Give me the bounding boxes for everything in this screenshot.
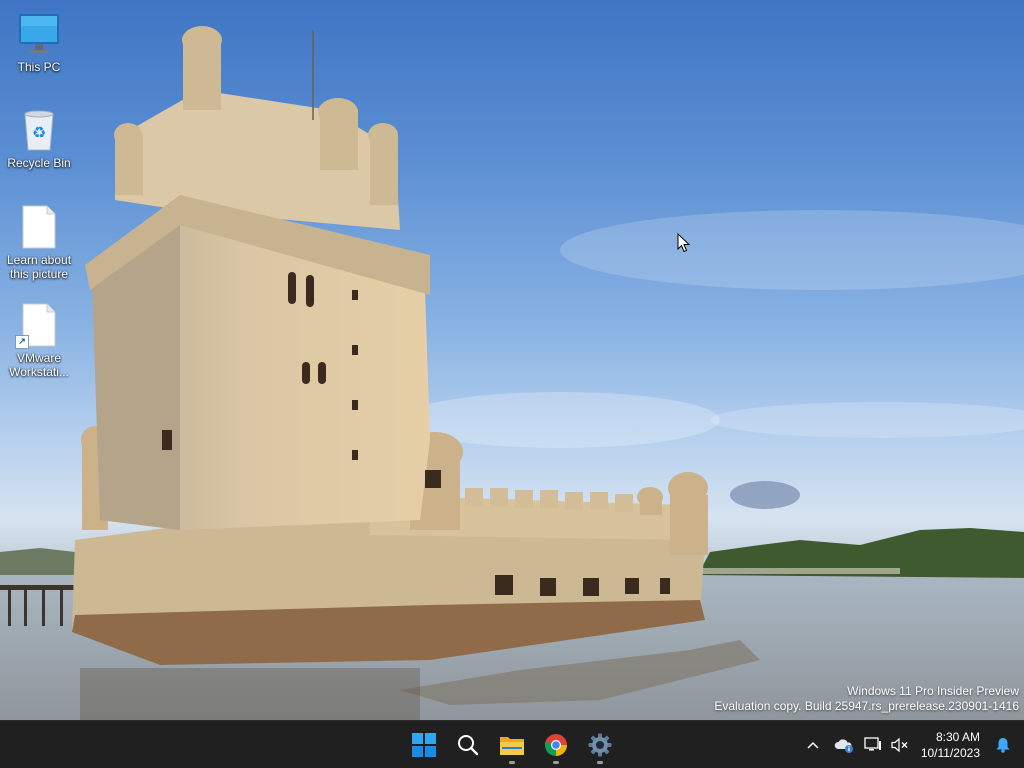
settings-button[interactable]: [580, 725, 620, 765]
desktop[interactable]: This PC ♻ Recycle Bin Learn about this p…: [0, 0, 1024, 720]
chrome-icon: [544, 734, 567, 756]
volume-tray-button[interactable]: [887, 725, 913, 765]
desktop-icon-this-pc[interactable]: This PC: [0, 12, 78, 74]
chevron-up-icon: [807, 741, 819, 749]
desktop-icon-label: Learn about this picture: [6, 253, 72, 281]
windows-logo-icon: [412, 733, 436, 757]
file-icon: [17, 205, 61, 249]
desktop-icon-label: VMware Workstati...: [9, 351, 69, 379]
running-indicator: [553, 761, 559, 764]
watermark-line-1: Windows 11 Pro Insider Preview: [847, 684, 1019, 698]
start-button[interactable]: [404, 725, 444, 765]
onedrive-tray-button[interactable]: [829, 725, 859, 765]
folder-icon: [500, 737, 524, 755]
clock-button[interactable]: 8:30 AM 10/11/2023: [913, 725, 988, 765]
clock-time: 8:30 AM: [935, 730, 980, 744]
taskbar: 8:30 AM 10/11/2023: [0, 720, 1024, 768]
taskbar-apps: [404, 721, 620, 768]
search-icon: [458, 735, 479, 756]
monitor-icon: [17, 12, 61, 56]
shortcut-arrow-icon: ↗: [15, 335, 29, 349]
onedrive-icon: [834, 739, 853, 753]
network-icon: [864, 737, 881, 751]
clock-date: 10/11/2023: [920, 746, 980, 760]
network-tray-button[interactable]: [859, 725, 887, 765]
watermark-line-2: Evaluation copy. Build 25947.rs_prerelea…: [714, 699, 1019, 713]
running-indicator: [509, 761, 515, 764]
bell-icon: [996, 738, 1010, 753]
evaluation-watermark: Windows 11 Pro Insider Preview Evaluatio…: [714, 684, 1019, 714]
svg-text:♻: ♻: [32, 123, 46, 142]
mouse-pointer-icon: [677, 233, 691, 253]
search-button[interactable]: [448, 725, 488, 765]
recycle-bin-icon: ♻: [17, 108, 61, 152]
wallpaper-image: [0, 26, 1024, 720]
file-explorer-button[interactable]: [492, 725, 532, 765]
chrome-button[interactable]: [536, 725, 576, 765]
desktop-icon-label: This PC: [17, 60, 61, 74]
shortcut-file-icon: ↗: [15, 303, 61, 349]
desktop-icon-vmware-workstation[interactable]: ↗ VMware Workstati...: [0, 303, 78, 379]
show-hidden-icons-button[interactable]: [797, 725, 829, 765]
desktop-icon-recycle-bin[interactable]: ♻ Recycle Bin: [0, 108, 78, 170]
gear-icon: [588, 733, 612, 757]
system-tray: 8:30 AM 10/11/2023: [797, 721, 1024, 768]
running-indicator: [597, 761, 603, 764]
desktop-icon-learn-about-picture[interactable]: Learn about this picture: [0, 205, 78, 281]
volume-muted-icon: [891, 737, 908, 753]
desktop-icon-label: Recycle Bin: [7, 156, 71, 170]
notifications-button[interactable]: [988, 725, 1018, 765]
